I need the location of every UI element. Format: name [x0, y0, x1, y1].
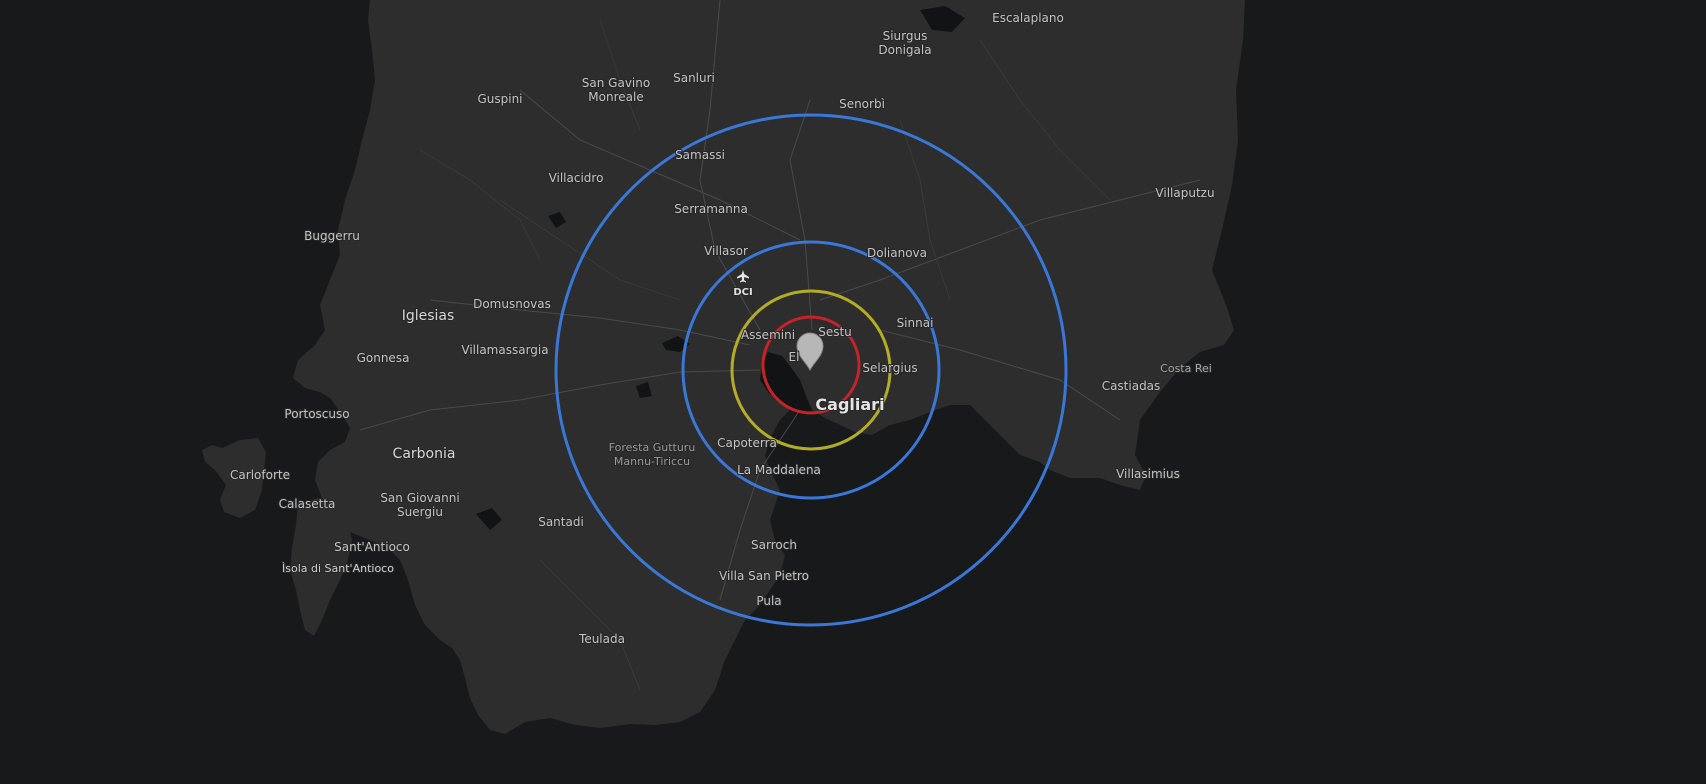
- label-costa-rei[interactable]: Costa Rei: [1159, 361, 1213, 376]
- label-villasor[interactable]: Villasor: [703, 243, 749, 259]
- label-sant-antioco[interactable]: Sant'Antioco: [333, 539, 411, 555]
- label-carbonia[interactable]: Carbonia: [392, 445, 457, 463]
- label-sestu[interactable]: Sestu: [817, 324, 853, 340]
- label-senorbi[interactable]: Senorbì: [838, 96, 886, 112]
- label-villasimius[interactable]: Villasimius: [1115, 466, 1181, 482]
- label-villaputzu[interactable]: Villaputzu: [1154, 185, 1215, 201]
- label-calasetta[interactable]: Calasetta: [278, 496, 337, 512]
- label-san-giovanni-line2[interactable]: Suergiu: [396, 504, 444, 520]
- label-carloforte[interactable]: Carloforte: [229, 467, 291, 483]
- label-isola-sant-antioco[interactable]: Ìsola di Sant'Antioco: [281, 561, 395, 576]
- label-sanluri[interactable]: Sanluri: [672, 70, 716, 86]
- label-domusnovas[interactable]: Domusnovas: [472, 296, 552, 312]
- label-villacidro[interactable]: Villacidro: [548, 170, 605, 186]
- label-teulada[interactable]: Teulada: [577, 631, 626, 647]
- label-santadi[interactable]: Santadi: [537, 514, 585, 530]
- label-siurgus-line2[interactable]: Donigala: [877, 42, 932, 58]
- label-samassi[interactable]: Samassi: [674, 147, 726, 163]
- label-guspini[interactable]: Guspini: [476, 91, 523, 107]
- label-pula[interactable]: Pula: [755, 593, 782, 609]
- label-portoscuso[interactable]: Portoscuso: [283, 406, 350, 422]
- map-view[interactable]: DCI Escalaplano Siurgus Donigala San Gav…: [0, 0, 1706, 784]
- label-cagliari[interactable]: Cagliari: [814, 394, 885, 415]
- label-escalaplano[interactable]: Escalaplano: [991, 10, 1065, 26]
- label-gonnesa[interactable]: Gonnesa: [356, 350, 411, 366]
- label-foresta-line1[interactable]: Foresta Gutturu: [608, 440, 697, 455]
- label-iglesias[interactable]: Iglesias: [401, 307, 456, 325]
- label-la-maddalena[interactable]: La Maddalena: [736, 462, 822, 478]
- label-buggerru[interactable]: Buggerru: [303, 228, 361, 244]
- label-san-giovanni-line1[interactable]: San Giovanni: [379, 490, 460, 506]
- label-sarroch[interactable]: Sarroch: [750, 537, 798, 553]
- label-san-gavino-line1[interactable]: San Gavino: [581, 75, 651, 91]
- label-siurgus-line1[interactable]: Siurgus: [882, 28, 929, 44]
- label-sinnai[interactable]: Sinnai: [896, 315, 935, 331]
- label-castiadas[interactable]: Castiadas: [1101, 378, 1162, 394]
- airport-code-label: DCI: [733, 287, 752, 298]
- label-villamassargia[interactable]: Villamassargia: [460, 342, 549, 358]
- label-elmas[interactable]: El: [788, 349, 801, 365]
- label-selargius[interactable]: Selargius: [861, 360, 918, 376]
- label-capoterra[interactable]: Capoterra: [716, 435, 778, 451]
- label-serramanna[interactable]: Serramanna: [673, 201, 749, 217]
- label-assemini[interactable]: Assemini: [740, 327, 796, 343]
- label-san-gavino-line2[interactable]: Monreale: [587, 89, 644, 105]
- map-canvas: DCI Escalaplano Siurgus Donigala San Gav…: [0, 0, 1706, 784]
- label-villa-san-pietro[interactable]: Villa San Pietro: [718, 568, 810, 584]
- label-foresta-line2[interactable]: Mannu-Tiriccu: [613, 454, 691, 469]
- label-dolianova[interactable]: Dolianova: [866, 245, 928, 261]
